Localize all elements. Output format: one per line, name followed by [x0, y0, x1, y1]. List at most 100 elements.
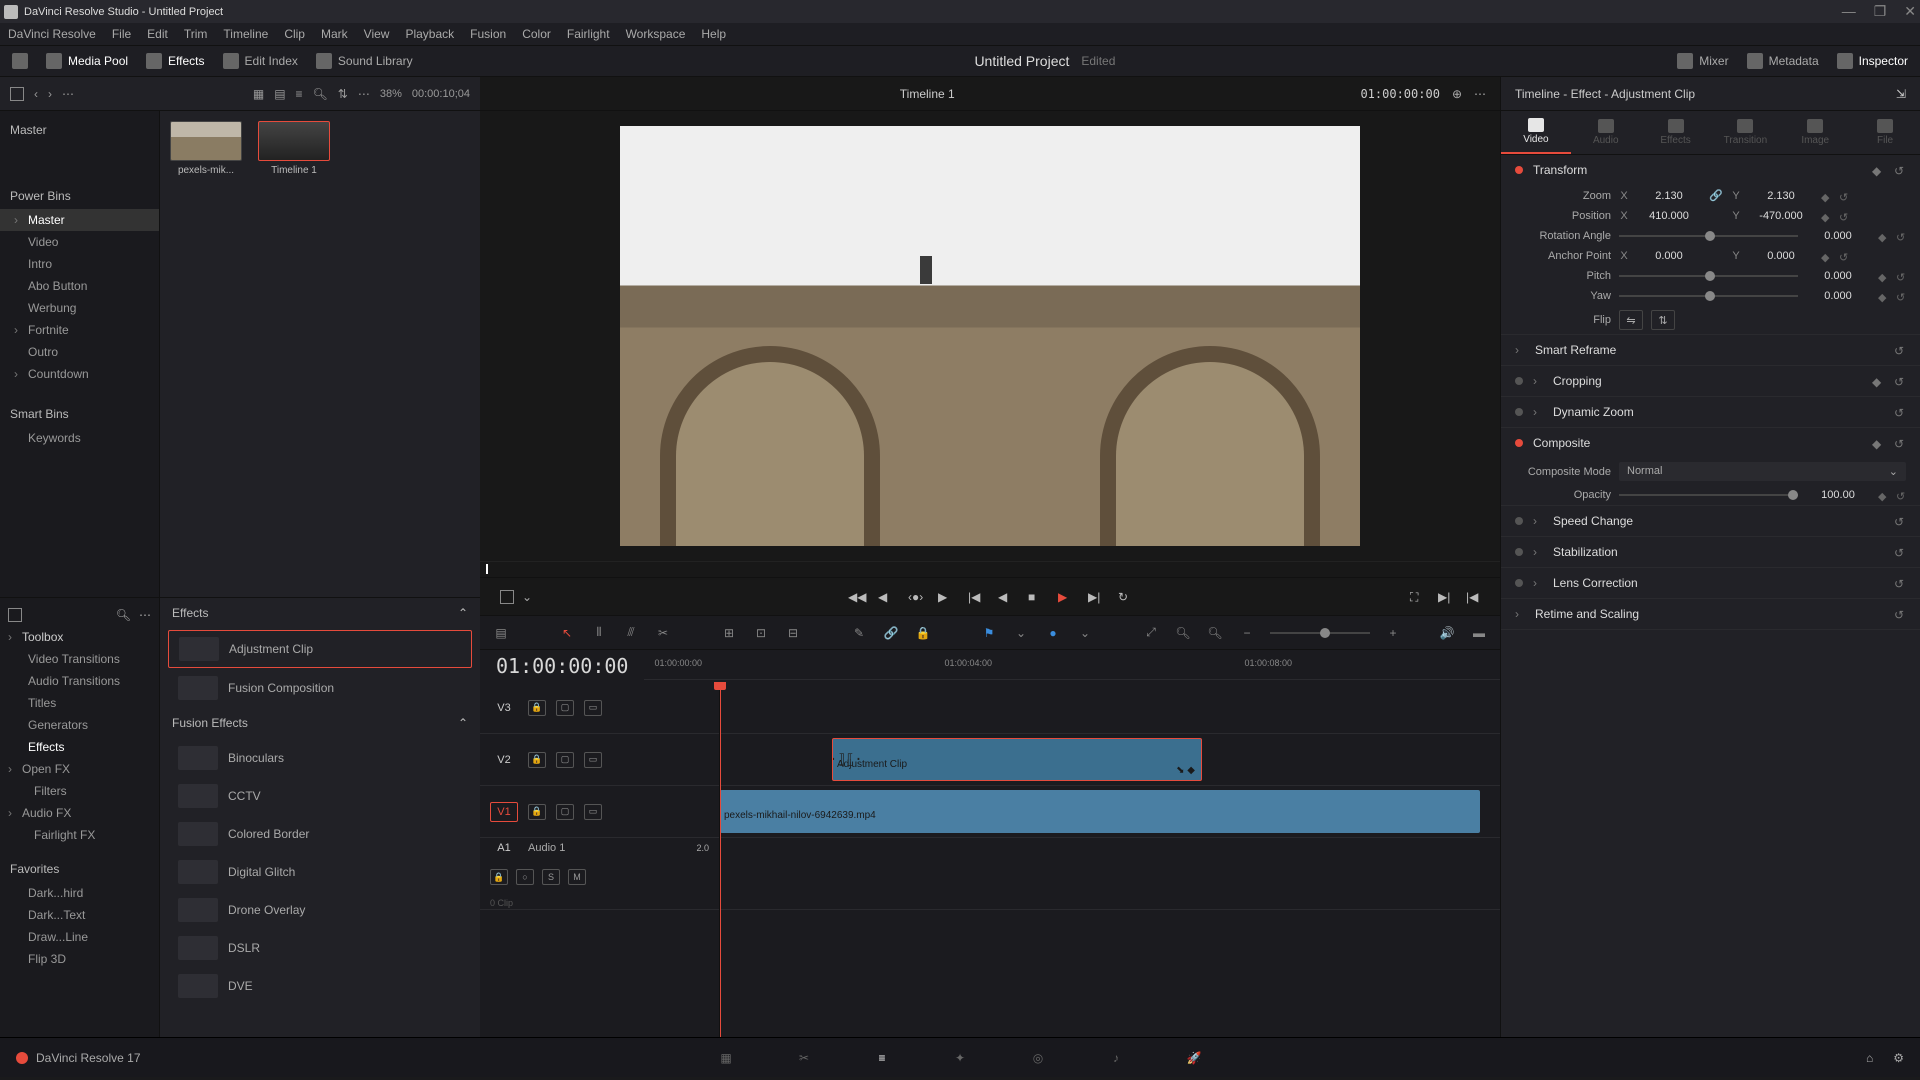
overwrite-button[interactable]: ⊡: [752, 624, 770, 642]
fairlight-page-button[interactable]: ♪: [1105, 1047, 1127, 1069]
enable-dot[interactable]: [1515, 408, 1523, 416]
reset-button[interactable]: ↺: [1894, 164, 1906, 176]
opacity-slider[interactable]: [1619, 494, 1798, 496]
menu-button[interactable]: ⋯: [62, 87, 74, 101]
section-header[interactable]: ›Dynamic Zoom↺: [1501, 397, 1920, 427]
fx-item[interactable]: CCTV: [168, 778, 472, 814]
flip-v-button[interactable]: ⇅: [1651, 310, 1675, 330]
timeline-timecode[interactable]: 01:00:00:00: [480, 650, 644, 682]
reset-button[interactable]: ↺: [1839, 191, 1849, 201]
playhead-tick[interactable]: [486, 564, 488, 574]
track-name[interactable]: A1: [490, 839, 518, 857]
trim-tool[interactable]: ⫴: [590, 624, 608, 642]
menu-item[interactable]: Mark: [321, 27, 348, 41]
enable-dot[interactable]: [1515, 517, 1523, 525]
detail-zoom-button[interactable]: 🔍︎: [1174, 624, 1192, 642]
sort-button[interactable]: ⇅: [338, 87, 348, 101]
fx-more-button[interactable]: ⋯: [139, 608, 151, 622]
sound-library-button[interactable]: Sound Library: [316, 53, 413, 69]
pitch-input[interactable]: [1806, 270, 1870, 282]
play-back-button[interactable]: ◀: [998, 590, 1012, 604]
clip-resize-handle[interactable]: ·⟧⟦·: [832, 752, 863, 768]
collapse-button[interactable]: ⌃: [458, 716, 468, 730]
menu-item[interactable]: Edit: [147, 27, 168, 41]
dynamic-trim-tool[interactable]: ⫻: [622, 624, 640, 642]
auto-select-button[interactable]: ▢: [556, 804, 574, 820]
lock-button[interactable]: 🔒: [490, 869, 508, 885]
reset-button[interactable]: ↺: [1894, 608, 1906, 620]
anchor-x-input[interactable]: [1637, 250, 1701, 262]
lock-button[interactable]: 🔒: [528, 752, 546, 768]
disable-button[interactable]: ▭: [584, 700, 602, 716]
zoom-slider-handle[interactable]: [1320, 628, 1330, 638]
timeline-view-button[interactable]: ▤: [492, 624, 510, 642]
favorite-item[interactable]: Draw...Line: [0, 926, 159, 948]
fx-tree-item[interactable]: Filters: [0, 780, 159, 802]
section-header[interactable]: Transform◆↺: [1501, 155, 1920, 185]
stop-button[interactable]: ■: [1028, 590, 1042, 604]
keyframe-button[interactable]: ◆: [1878, 490, 1888, 500]
track-name[interactable]: V2: [490, 751, 518, 769]
zoom-to-fit-button[interactable]: ⤢: [1142, 624, 1160, 642]
track-a1[interactable]: [720, 838, 1500, 910]
section-header[interactable]: ›Cropping◆↺: [1501, 366, 1920, 396]
track-area[interactable]: ·⟧⟦· Adjustment Clip ⬊ ◆ pexels-mikhail-…: [720, 682, 1500, 1037]
anchor-y-input[interactable]: [1749, 250, 1813, 262]
nav-fwd-button[interactable]: ›: [48, 87, 52, 101]
fusion-page-button[interactable]: ✦: [949, 1047, 971, 1069]
enable-dot[interactable]: [1515, 579, 1523, 587]
fx-tree-item[interactable]: Titles: [0, 692, 159, 714]
section-header[interactable]: ›Speed Change↺: [1501, 506, 1920, 536]
loop-button[interactable]: ↻: [1118, 590, 1132, 604]
flag-dropdown[interactable]: ⌄: [1012, 624, 1030, 642]
reset-button[interactable]: ↺: [1894, 515, 1906, 527]
link-icon[interactable]: 🔗: [1709, 189, 1723, 202]
keyframe-button[interactable]: ◆: [1878, 231, 1888, 241]
clip-adjustment[interactable]: ·⟧⟦· Adjustment Clip ⬊ ◆: [832, 738, 1202, 781]
dim-button[interactable]: ▬: [1470, 624, 1488, 642]
marker-dropdown[interactable]: ⌄: [1076, 624, 1094, 642]
bin-item[interactable]: Abo Button: [0, 275, 159, 297]
fx-tree-item[interactable]: Fairlight FX: [0, 824, 159, 846]
favorite-item[interactable]: Dark...hird: [0, 882, 159, 904]
section-header[interactable]: ›Smart Reframe↺: [1501, 335, 1920, 365]
color-page-button[interactable]: ◎: [1027, 1047, 1049, 1069]
inspector-expand-button[interactable]: ⇲: [1896, 87, 1906, 101]
slider-handle[interactable]: [1788, 490, 1798, 500]
disable-button[interactable]: ▭: [584, 752, 602, 768]
bin-item[interactable]: Countdown: [0, 363, 159, 385]
reset-button[interactable]: ↺: [1894, 437, 1906, 449]
fx-item[interactable]: Drone Overlay: [168, 892, 472, 928]
enable-dot[interactable]: [1515, 548, 1523, 556]
metadata-button[interactable]: Metadata: [1747, 53, 1819, 69]
flip-h-button[interactable]: ⇋: [1619, 310, 1643, 330]
edit-index-button[interactable]: Edit Index: [223, 53, 298, 69]
home-button[interactable]: ⌂: [1866, 1051, 1873, 1065]
bin-item[interactable]: Intro: [0, 253, 159, 275]
fx-item[interactable]: Colored Border: [168, 816, 472, 852]
menu-item[interactable]: DaVinci Resolve: [8, 27, 96, 41]
layout-button[interactable]: [10, 87, 24, 101]
section-header[interactable]: ›Stabilization↺: [1501, 537, 1920, 567]
bin-item[interactable]: Fortnite: [0, 319, 159, 341]
reset-button[interactable]: ↺: [1894, 344, 1906, 356]
lock-button[interactable]: 🔒: [914, 624, 932, 642]
reset-button[interactable]: ↺: [1894, 546, 1906, 558]
track-v2[interactable]: ·⟧⟦· Adjustment Clip ⬊ ◆: [720, 734, 1500, 786]
pitch-slider[interactable]: [1619, 275, 1798, 277]
thumb-image[interactable]: [258, 121, 330, 161]
settings-button[interactable]: ⚙: [1893, 1051, 1904, 1065]
timeline-name[interactable]: Timeline 1: [900, 87, 955, 101]
bin-item[interactable]: Master: [0, 209, 159, 231]
zoom-out-button[interactable]: −: [1238, 624, 1256, 642]
step-back-button[interactable]: ◀: [878, 590, 892, 604]
viewer-options-button[interactable]: ⊕: [1452, 87, 1462, 101]
enable-dot[interactable]: [1515, 166, 1523, 174]
fx-layout-button[interactable]: [8, 608, 22, 622]
viewer-menu-button[interactable]: ⋯: [1474, 87, 1486, 101]
viewer-dropdown[interactable]: ⌄: [522, 590, 532, 604]
disable-button[interactable]: ▭: [584, 804, 602, 820]
keyframe-button[interactable]: ◆: [1878, 291, 1888, 301]
pos-x-input[interactable]: [1637, 210, 1701, 222]
prev-clip-button[interactable]: ◀◀: [848, 590, 862, 604]
